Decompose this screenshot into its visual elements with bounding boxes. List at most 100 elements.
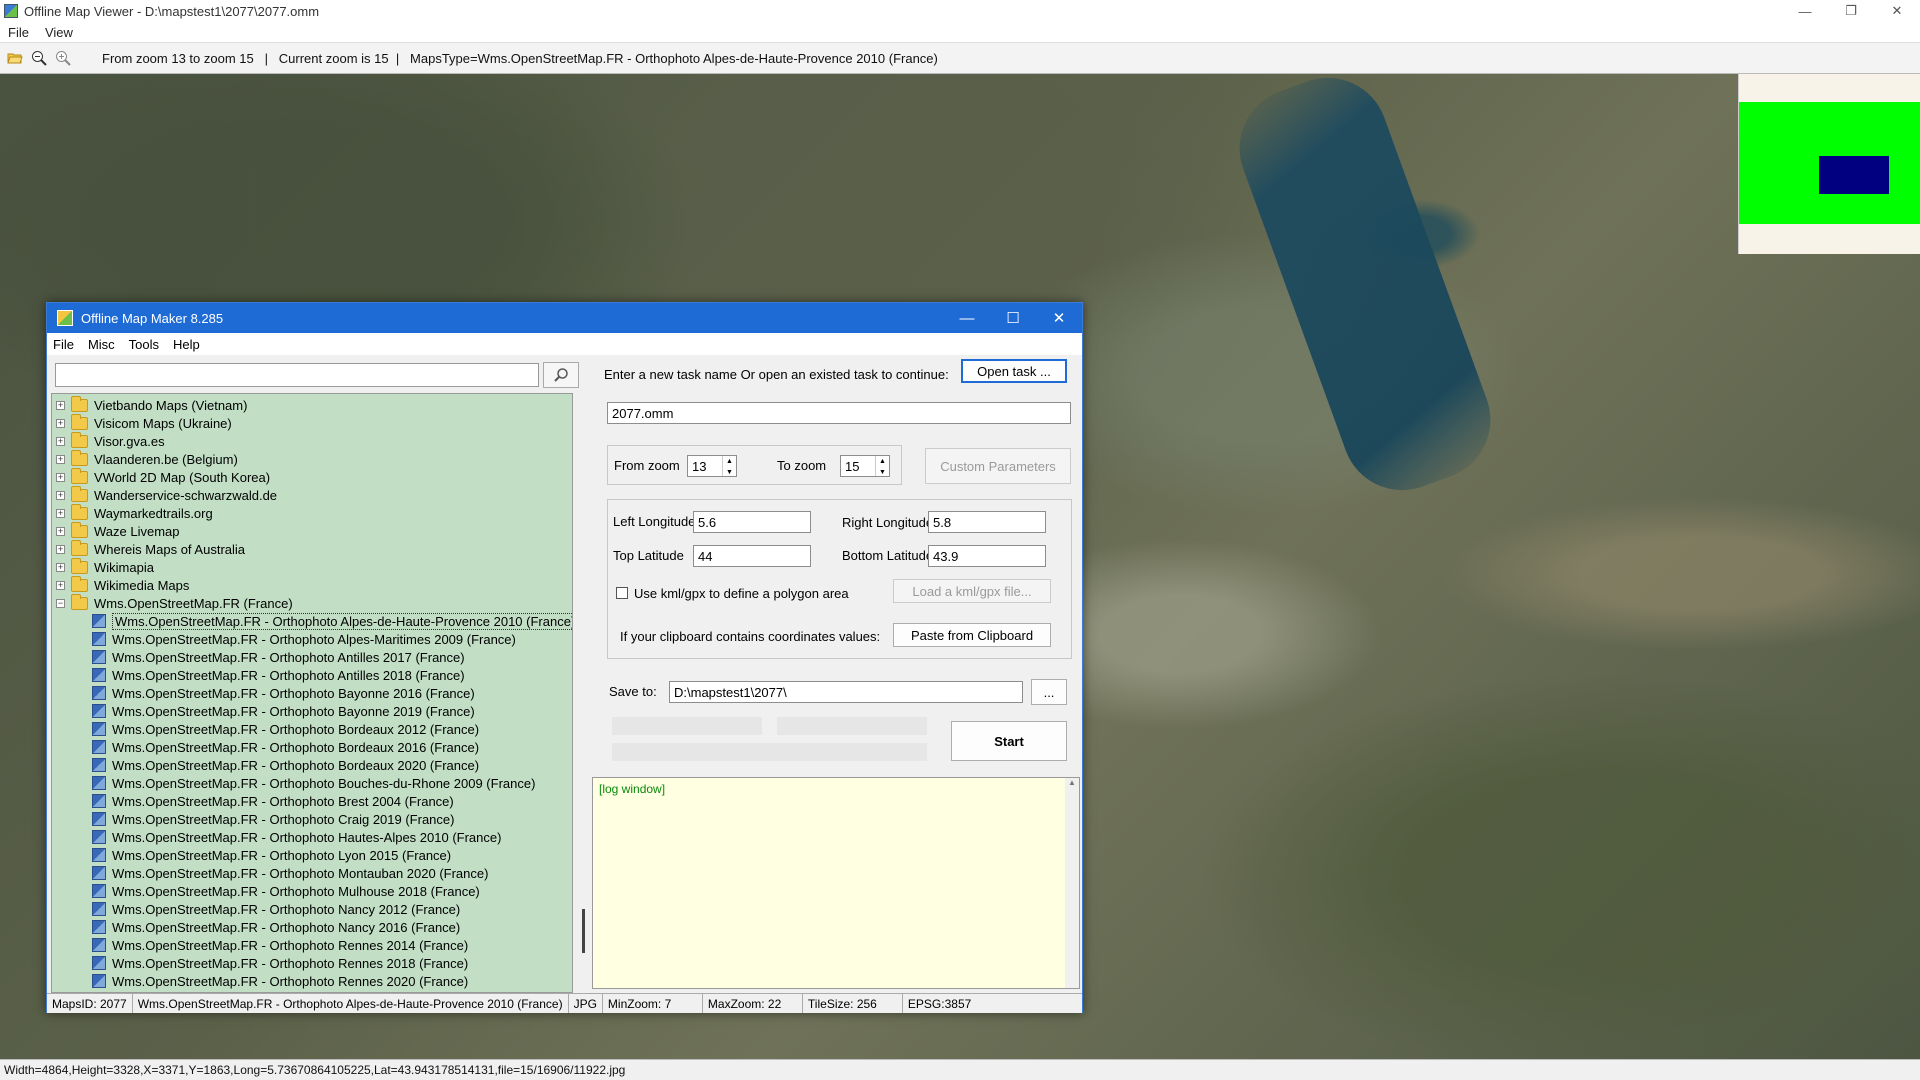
bottom-latitude-field[interactable]: 43.9 <box>928 545 1046 567</box>
tree-item-label: Waymarkedtrails.org <box>94 505 213 521</box>
top-latitude-field[interactable]: 44 <box>693 545 811 567</box>
expand-icon[interactable]: + <box>56 436 65 446</box>
tree-folder-item[interactable]: + Vlaanderen.be (Belgium) <box>52 449 238 468</box>
tree-folder-item[interactable]: + Whereis Maps of Australia <box>52 539 245 558</box>
collapse-icon[interactable]: − <box>56 598 65 608</box>
tree-map-item[interactable]: Wms.OpenStreetMap.FR - Orthophoto Bayonn… <box>92 684 475 702</box>
search-button[interactable] <box>543 362 579 388</box>
right-longitude-field[interactable]: 5.8 <box>928 511 1046 533</box>
minimap-viewport[interactable] <box>1819 156 1889 194</box>
tree-map-item[interactable]: Wms.OpenStreetMap.FR - Orthophoto Mulhou… <box>92 882 480 900</box>
tree-map-item[interactable]: Wms.OpenStreetMap.FR - Orthophoto Bordea… <box>92 720 479 738</box>
expand-icon[interactable]: + <box>56 562 65 572</box>
map-layer-icon <box>92 902 106 916</box>
tree-folder-item[interactable]: + Waymarkedtrails.org <box>52 503 213 522</box>
expand-icon[interactable]: + <box>56 418 65 428</box>
map-source-tree[interactable]: + Vietbando Maps (Vietnam) + Visicom Maps (… <box>51 393 573 993</box>
tree-item-label: Wms.OpenStreetMap.FR - Orthophoto Brest … <box>112 793 454 809</box>
tree-map-item[interactable]: Wms.OpenStreetMap.FR - Orthophoto Rennes… <box>92 936 468 954</box>
expand-icon[interactable]: + <box>56 508 65 518</box>
dialog-maximize-icon[interactable]: ☐ <box>990 303 1036 333</box>
log-window[interactable]: [log window] ▲ <box>592 777 1080 989</box>
dialog-close-icon[interactable]: ✕ <box>1036 303 1082 333</box>
tree-item-label: Wms.OpenStreetMap.FR - Orthophoto Nancy … <box>112 901 461 917</box>
chevron-up-icon[interactable]: ▲ <box>876 456 889 467</box>
chevron-down-icon[interactable]: ▼ <box>876 467 889 478</box>
tree-folder-item[interactable]: + Wikimedia Maps <box>52 575 189 594</box>
expand-icon[interactable]: + <box>56 472 65 482</box>
from-zoom-spinner[interactable]: 13 ▲ ▼ <box>687 455 737 477</box>
task-name-field[interactable]: 2077.omm <box>607 402 1071 424</box>
tree-scroll-thumb[interactable] <box>582 909 585 953</box>
dialog-titlebar: Offline Map Maker 8.285 — ☐ ✕ <box>47 303 1082 333</box>
tree-folder-item[interactable]: + Wanderservice-schwarzwald.de <box>52 485 277 504</box>
tree-scrollbar[interactable] <box>577 393 591 993</box>
status-format: JPG <box>569 994 603 1013</box>
tree-map-item[interactable]: Wms.OpenStreetMap.FR - Orthophoto Montau… <box>92 864 488 882</box>
log-scrollbar[interactable]: ▲ <box>1065 778 1079 988</box>
tree-map-item[interactable]: Wms.OpenStreetMap.FR - Orthophoto Brest … <box>92 792 454 810</box>
from-zoom-arrows[interactable]: ▲ ▼ <box>722 456 736 476</box>
dialog-minimize-icon[interactable]: — <box>944 303 990 333</box>
tree-folder-item[interactable]: + Visicom Maps (Ukraine) <box>52 413 232 432</box>
to-zoom-spinner[interactable]: 15 ▲ ▼ <box>840 455 890 477</box>
minimize-icon[interactable]: — <box>1782 0 1828 22</box>
viewer-status-text: Width=4864,Height=3328,X=3371,Y=1863,Lon… <box>4 1063 626 1077</box>
start-button[interactable]: Start <box>951 721 1067 761</box>
tree-folder-item[interactable]: − Wms.OpenStreetMap.FR (France) <box>52 593 293 612</box>
map-search-input[interactable] <box>55 363 539 387</box>
zoom-in-icon[interactable] <box>54 49 72 67</box>
tree-folder-item[interactable]: + Vietbando Maps (Vietnam) <box>52 395 247 414</box>
tree-map-item[interactable]: Wms.OpenStreetMap.FR - Orthophoto Craig … <box>92 810 454 828</box>
tree-map-item[interactable]: Wms.OpenStreetMap.FR - Orthophoto Bordea… <box>92 756 479 774</box>
expand-icon[interactable]: + <box>56 490 65 500</box>
expand-icon[interactable]: + <box>56 544 65 554</box>
tree-folder-item[interactable]: + VWorld 2D Map (South Korea) <box>52 467 270 486</box>
tree-item-label: Wms.OpenStreetMap.FR - Orthophoto Bordea… <box>112 721 480 737</box>
to-zoom-arrows[interactable]: ▲ ▼ <box>875 456 889 476</box>
tree-map-item[interactable]: Wms.OpenStreetMap.FR - Orthophoto Rennes… <box>92 954 468 972</box>
minimap[interactable] <box>1738 74 1920 254</box>
load-kml-button[interactable]: Load a kml/gpx file... <box>893 579 1051 603</box>
chevron-up-icon[interactable]: ▲ <box>723 456 736 467</box>
folder-icon <box>71 413 88 430</box>
restore-icon[interactable]: ❐ <box>1828 0 1874 22</box>
browse-button[interactable]: ... <box>1031 679 1067 705</box>
tree-map-item[interactable]: Wms.OpenStreetMap.FR - Orthophoto Nancy … <box>92 900 460 918</box>
tree-folder-item[interactable]: + Waze Livemap <box>52 521 180 540</box>
tree-folder-item[interactable]: + Wikimapia <box>52 557 154 576</box>
tree-map-item[interactable]: Wms.OpenStreetMap.FR - Orthophoto Alpes-… <box>92 612 572 630</box>
close-icon[interactable]: ✕ <box>1874 0 1920 22</box>
viewer-menu-view[interactable]: View <box>45 25 73 40</box>
open-task-button[interactable]: Open task ... <box>961 359 1067 383</box>
tree-map-item[interactable]: Wms.OpenStreetMap.FR - Orthophoto Rennes… <box>92 972 468 990</box>
save-to-field[interactable]: D:\mapstest1\2077\ <box>669 681 1023 703</box>
open-folder-icon[interactable] <box>6 49 24 67</box>
tree-map-item[interactable]: Wms.OpenStreetMap.FR - Orthophoto Hautes… <box>92 828 501 846</box>
chevron-down-icon[interactable]: ▼ <box>723 467 736 478</box>
dialog-menu-help[interactable]: Help <box>173 337 200 352</box>
paste-clipboard-button[interactable]: Paste from Clipboard <box>893 623 1051 647</box>
tree-map-item[interactable]: Wms.OpenStreetMap.FR - Orthophoto Bordea… <box>92 738 479 756</box>
tree-map-item[interactable]: Wms.OpenStreetMap.FR - Orthophoto Nancy … <box>92 918 460 936</box>
expand-icon[interactable]: + <box>56 580 65 590</box>
tree-map-item[interactable]: Wms.OpenStreetMap.FR - Orthophoto Antill… <box>92 648 465 666</box>
expand-icon[interactable]: + <box>56 454 65 464</box>
tree-folder-item[interactable]: + Visor.gva.es <box>52 431 165 450</box>
tree-item-label: Wms.OpenStreetMap.FR - Orthophoto Bordea… <box>112 757 480 773</box>
dialog-menu-tools[interactable]: Tools <box>129 337 159 352</box>
tree-map-item[interactable]: Wms.OpenStreetMap.FR - Orthophoto Lyon 2… <box>92 846 451 864</box>
tree-map-item[interactable]: Wms.OpenStreetMap.FR - Orthophoto Alpes-… <box>92 630 516 648</box>
left-longitude-field[interactable]: 5.6 <box>693 511 811 533</box>
tree-map-item[interactable]: Wms.OpenStreetMap.FR - Orthophoto Bayonn… <box>92 702 475 720</box>
zoom-out-icon[interactable] <box>30 49 48 67</box>
dialog-menu-file[interactable]: File <box>53 337 74 352</box>
kml-polygon-checkbox[interactable] <box>616 587 628 599</box>
tree-map-item[interactable]: Wms.OpenStreetMap.FR - Orthophoto Antill… <box>92 666 465 684</box>
expand-icon[interactable]: + <box>56 526 65 536</box>
viewer-menu-file[interactable]: File <box>8 25 29 40</box>
custom-parameters-button[interactable]: Custom Parameters <box>925 448 1071 484</box>
dialog-menu-misc[interactable]: Misc <box>88 337 115 352</box>
tree-map-item[interactable]: Wms.OpenStreetMap.FR - Orthophoto Bouche… <box>92 774 535 792</box>
expand-icon[interactable]: + <box>56 400 65 410</box>
